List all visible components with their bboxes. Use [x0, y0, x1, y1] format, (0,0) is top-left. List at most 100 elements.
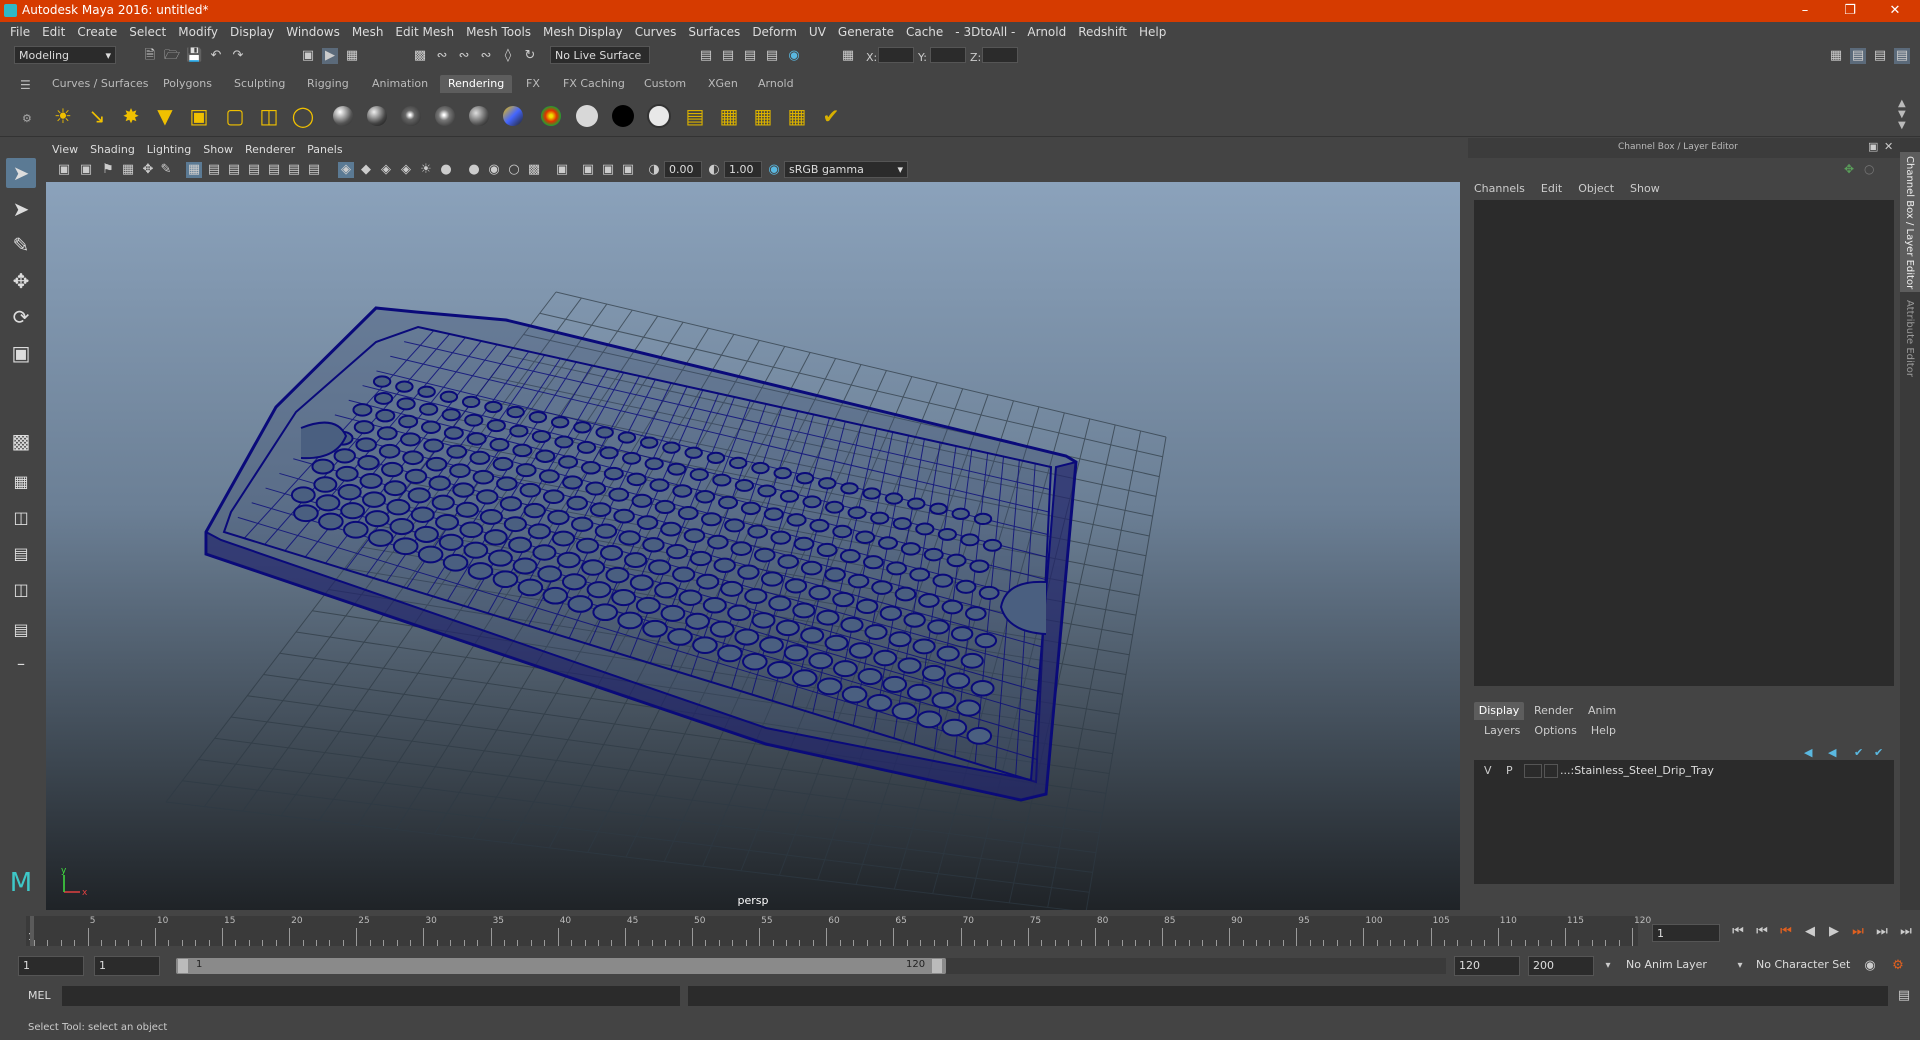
layer-menu-help[interactable]: Help — [1591, 724, 1616, 737]
wireframe-icon[interactable]: ◈ — [338, 162, 354, 178]
range-start-handle[interactable] — [178, 959, 188, 973]
exposure-field[interactable]: 0.00 — [664, 161, 702, 178]
gamma-icon[interactable]: ◐ — [706, 162, 722, 178]
new-layer-selected-icon[interactable]: ✔ — [1874, 746, 1883, 759]
camera-attributes-icon[interactable]: ▣ — [78, 162, 94, 178]
directional-light-icon[interactable]: ↘ — [84, 103, 110, 129]
use-background-shader-icon[interactable] — [646, 103, 672, 129]
menu-cache[interactable]: Cache — [906, 22, 943, 42]
safe-action-icon[interactable]: ▤ — [286, 162, 302, 178]
area-light-icon[interactable]: ▣ — [186, 103, 212, 129]
shelf-tab-arnold[interactable]: Arnold — [750, 75, 802, 93]
menu-mesh[interactable]: Mesh — [352, 22, 384, 42]
drip-tray-wireframe[interactable] — [204, 306, 1078, 802]
shelf-tab-fx[interactable]: FX — [518, 75, 548, 93]
snap-view-icon[interactable]: ∾ — [478, 48, 494, 64]
layer-tab-render[interactable]: Render — [1534, 702, 1573, 720]
shadows-icon[interactable]: ● — [438, 162, 454, 178]
persp-graph-layout-icon[interactable]: ▤ — [6, 538, 36, 568]
modeling-toolkit-icon[interactable]: ▦ — [1828, 48, 1844, 64]
persp-outliner-layout-icon[interactable]: ◫ — [6, 574, 36, 604]
multisample-aa-icon[interactable]: ○ — [506, 162, 522, 178]
channel-menu-object[interactable]: Object — [1578, 182, 1614, 195]
save-scene-icon[interactable]: 💾 — [186, 48, 202, 64]
close-panel-icon[interactable]: ✕ — [1884, 140, 1893, 153]
spot-light-icon[interactable]: ▼ — [152, 103, 178, 129]
layer-menu-options[interactable]: Options — [1534, 724, 1576, 737]
menu-curves[interactable]: Curves — [635, 22, 677, 42]
ipr-render-icon[interactable]: ▤ — [742, 48, 758, 64]
xray-icon[interactable]: ▣ — [580, 162, 596, 178]
viewport-menu-view[interactable]: View — [52, 143, 78, 156]
animation-end-field[interactable]: 200 — [1528, 956, 1594, 976]
snap-grid-icon[interactable]: ▩ — [412, 48, 428, 64]
menu-display[interactable]: Display — [230, 22, 274, 42]
ambient-light-icon[interactable]: ☀ — [50, 103, 76, 129]
auto-key-icon[interactable]: ◉ — [1862, 958, 1878, 974]
four-view-layout-icon[interactable]: ▦ — [6, 466, 36, 496]
menu-mesh-display[interactable]: Mesh Display — [543, 22, 623, 42]
go-to-end-icon[interactable]: ⏭ — [1898, 924, 1914, 940]
viewport-menu-show[interactable]: Show — [203, 143, 233, 156]
black-shader-icon[interactable] — [610, 103, 636, 129]
select-component-icon[interactable]: ▦ — [344, 48, 360, 64]
phong-shader-icon[interactable] — [398, 103, 424, 129]
time-ruler[interactable]: 5 10 15 20 25 30 35 40 45 50 55 60 65 70 75 80 85 90 95 100… — [26, 916, 1651, 946]
ambient-occlusion-icon[interactable]: ● — [466, 162, 482, 178]
motion-blur-icon[interactable]: ◉ — [486, 162, 502, 178]
surface-shader-icon[interactable] — [574, 103, 600, 129]
menu-create[interactable]: Create — [77, 22, 117, 42]
phong-e-shader-icon[interactable] — [432, 103, 458, 129]
use-lights-icon[interactable]: ☀ — [418, 162, 434, 178]
manipulator-icon[interactable]: ✥ — [1844, 162, 1854, 176]
animation-start-field[interactable]: 1 — [18, 956, 84, 976]
grid-toggle-icon[interactable]: ▦ — [186, 162, 202, 178]
shelf-tab-custom[interactable]: Custom — [636, 75, 694, 93]
colorspace-dropdown[interactable]: sRGB gamma ▾ — [784, 161, 908, 178]
go-to-start-icon[interactable]: ⏮ — [1730, 924, 1746, 940]
shelf-tab-rendering[interactable]: Rendering — [440, 75, 513, 93]
exposure-icon[interactable]: ◑ — [646, 162, 662, 178]
shelf-settings-icon[interactable]: ⚙ — [22, 112, 32, 125]
menu-edit[interactable]: Edit — [42, 22, 65, 42]
transform-constraint-icon[interactable]: ▦ — [840, 48, 856, 64]
anim-preferences-icon[interactable]: ⚙ — [1890, 958, 1906, 974]
playback-start-field[interactable]: 1 — [94, 956, 160, 976]
chevron-down-icon[interactable]: ▾ — [1732, 958, 1748, 974]
render-frame-shelf-icon[interactable]: ▦ — [716, 103, 742, 129]
channel-menu-show[interactable]: Show — [1630, 182, 1660, 195]
menu-file[interactable]: File — [10, 22, 30, 42]
smooth-shade-icon[interactable]: ◆ — [358, 162, 374, 178]
menu-redshift[interactable]: Redshift — [1078, 22, 1127, 42]
lasso-tool-icon[interactable]: ➤ — [6, 194, 36, 224]
mel-input[interactable] — [62, 986, 680, 1006]
depth-of-field-icon[interactable]: ▩ — [526, 162, 542, 178]
viewport-3d[interactable]: x y persp — [46, 182, 1460, 910]
single-view-layout-icon[interactable]: ▩ — [6, 426, 36, 456]
viewport-menu-renderer[interactable]: Renderer — [245, 143, 295, 156]
character-set-dropdown[interactable]: No Character Set — [1752, 956, 1868, 976]
channel-box-toggle-icon[interactable]: ▤ — [1850, 48, 1866, 64]
shelf-tab-sculpting[interactable]: Sculpting — [226, 75, 293, 93]
range-slider-track[interactable] — [946, 958, 1446, 974]
image-plane-icon[interactable]: ▦ — [120, 162, 136, 178]
blinn-shader-icon[interactable] — [364, 103, 390, 129]
new-scene-icon[interactable]: 🗎 — [142, 48, 158, 64]
volume-light-icon[interactable]: ▢ — [222, 103, 248, 129]
menu-set-dropdown[interactable]: Modeling ▾ — [14, 46, 116, 64]
channel-menu-edit[interactable]: Edit — [1541, 182, 1562, 195]
gate-mask-icon[interactable]: ▤ — [246, 162, 262, 178]
current-frame-field[interactable]: 1 — [1652, 924, 1720, 942]
z-field[interactable] — [982, 47, 1018, 63]
step-back-key-icon[interactable]: ⏮ — [1778, 924, 1794, 940]
layer-editor-toggle-icon[interactable]: ▤ — [1894, 48, 1910, 64]
select-camera-icon[interactable]: ▣ — [56, 162, 72, 178]
range-end-handle[interactable] — [932, 959, 942, 973]
step-back-frame-icon[interactable]: ⏮ — [1754, 924, 1770, 940]
scale-tool-icon[interactable]: ▣ — [6, 338, 36, 368]
textured-icon[interactable]: ◈ — [398, 162, 414, 178]
menu-generate[interactable]: Generate — [838, 22, 894, 42]
layered-shader-icon[interactable] — [500, 103, 526, 129]
current-frame-indicator[interactable] — [30, 916, 34, 946]
maximize-button[interactable]: ❐ — [1835, 2, 1865, 20]
